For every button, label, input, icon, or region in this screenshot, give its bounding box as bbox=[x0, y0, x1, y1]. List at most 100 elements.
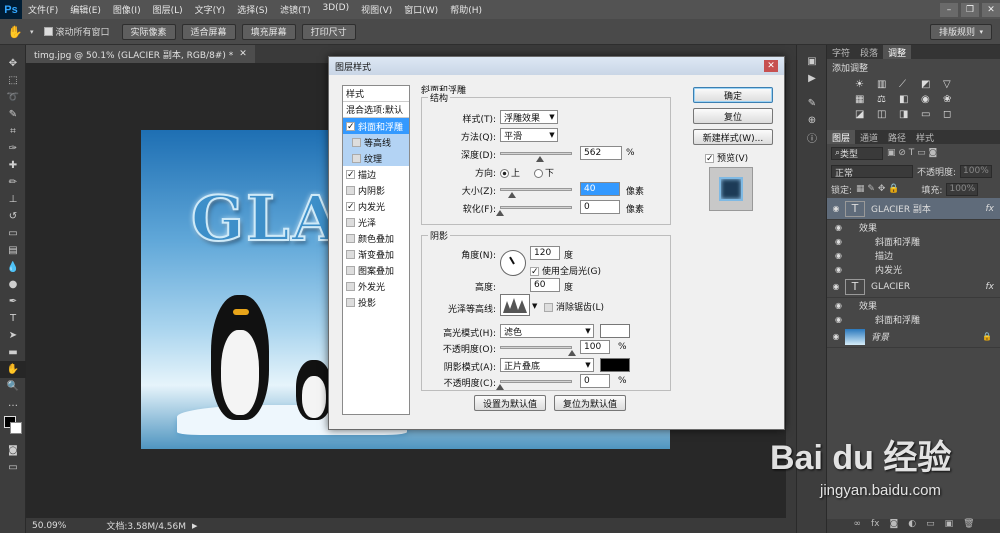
quick-select-tool-icon[interactable]: ✎ bbox=[0, 106, 26, 123]
opacity-field[interactable]: 100% bbox=[960, 164, 993, 178]
checkbox-icon[interactable] bbox=[346, 233, 355, 243]
mask-icon[interactable]: ◙ bbox=[889, 519, 898, 533]
chevron-down-icon[interactable]: ▼ bbox=[532, 302, 537, 310]
color-balance-icon[interactable]: ⚖ bbox=[877, 94, 895, 105]
shadow-opacity-field[interactable]: 0 bbox=[580, 374, 610, 388]
style-item[interactable]: 光泽 bbox=[343, 214, 409, 230]
view-button[interactable]: 打印尺寸 bbox=[301, 23, 356, 40]
posterize-icon[interactable]: ◫ bbox=[877, 109, 895, 120]
layer-row[interactable]: ◉ 背景 🔒 bbox=[827, 326, 1000, 348]
shadow-mode-select[interactable]: 正片叠底 ▼ bbox=[500, 358, 594, 372]
style-item[interactable]: 斜面和浮雕 bbox=[343, 118, 409, 134]
fill-field[interactable]: 100% bbox=[946, 182, 979, 196]
panel-tab[interactable]: 路径 bbox=[883, 130, 911, 144]
checkbox-icon[interactable] bbox=[346, 121, 355, 131]
effect-row[interactable]: ◉ 效果 bbox=[827, 220, 1000, 234]
history-brush-tool-icon[interactable]: ↺ bbox=[0, 208, 26, 225]
pen-tool-icon[interactable]: ✒ bbox=[0, 293, 26, 310]
scroll-all-windows-checkbox[interactable]: 滚动所有窗口 bbox=[43, 25, 110, 38]
photo-filter-icon[interactable]: ◉ bbox=[921, 94, 939, 105]
gradient-tool-icon[interactable]: ▤ bbox=[0, 242, 26, 259]
highlight-color-swatch[interactable] bbox=[600, 324, 630, 338]
menu-item[interactable]: 图层(L) bbox=[147, 3, 189, 16]
tool-preset-chevron-icon[interactable]: ▾ bbox=[30, 28, 34, 36]
checkbox-icon[interactable] bbox=[346, 297, 355, 307]
hue-icon[interactable]: ▦ bbox=[855, 94, 873, 105]
screen-mode-icon[interactable]: ▭ bbox=[0, 459, 26, 476]
panel-tab[interactable]: 样式 bbox=[911, 130, 939, 144]
eraser-tool-icon[interactable]: ▭ bbox=[0, 225, 26, 242]
workspace-select[interactable]: 排版规则 ▾ bbox=[930, 23, 992, 40]
background-color[interactable] bbox=[10, 422, 22, 434]
slider-thumb[interactable] bbox=[568, 350, 576, 356]
brightness-icon[interactable]: ☀ bbox=[855, 79, 873, 90]
close-tab-icon[interactable]: ✕ bbox=[239, 49, 247, 59]
gloss-contour-picker[interactable] bbox=[500, 294, 530, 316]
blur-tool-icon[interactable]: 💧 bbox=[0, 259, 26, 276]
style-item[interactable]: 等高线 bbox=[343, 134, 409, 150]
checkbox-icon[interactable] bbox=[346, 217, 355, 227]
preview-checkbox[interactable]: 预览(V) bbox=[705, 151, 748, 164]
fx-icon[interactable]: fx bbox=[986, 282, 995, 292]
layer-kind-select[interactable]: ⌕ 类型 bbox=[831, 146, 883, 160]
document-tab[interactable]: timg.jpg @ 50.1% (GLACIER 副本, RGB/8#) * … bbox=[26, 45, 255, 63]
antialias-checkbox[interactable]: 消除锯齿(L) bbox=[544, 300, 604, 313]
style-item[interactable]: 内发光 bbox=[343, 198, 409, 214]
ok-button[interactable]: 确定 bbox=[693, 87, 773, 103]
path-select-tool-icon[interactable]: ➤ bbox=[0, 327, 26, 344]
levels-icon[interactable]: ▥ bbox=[877, 79, 895, 90]
checkbox-icon[interactable] bbox=[346, 281, 355, 291]
view-button[interactable]: 填充屏幕 bbox=[241, 23, 296, 40]
filter-icons[interactable]: ▣ ⊘ T ▭ ◙ bbox=[887, 148, 937, 158]
fx-icon[interactable]: fx bbox=[986, 204, 995, 214]
link-icon[interactable]: ∞ bbox=[853, 519, 861, 533]
checkbox-icon[interactable] bbox=[346, 249, 355, 259]
color-swatches[interactable] bbox=[0, 412, 25, 442]
direction-up-radio[interactable]: 上 bbox=[500, 166, 520, 179]
history-panel-icon[interactable]: ▣ bbox=[797, 53, 827, 70]
info-panel-icon[interactable]: ⓘ bbox=[797, 129, 827, 146]
style-item[interactable]: 内阴影 bbox=[343, 182, 409, 198]
angle-dial[interactable] bbox=[500, 250, 526, 276]
effect-row[interactable]: ◉ 内发光 bbox=[827, 262, 1000, 276]
panel-tab[interactable]: 调整 bbox=[883, 45, 912, 59]
vibrance-icon[interactable]: ▽ bbox=[943, 79, 961, 90]
styles-header[interactable]: 样式 bbox=[343, 86, 409, 102]
channel-mixer-icon[interactable]: ❀ bbox=[943, 94, 961, 105]
dodge-tool-icon[interactable]: ● bbox=[0, 276, 26, 293]
highlight-opacity-field[interactable]: 100 bbox=[580, 340, 610, 354]
healing-tool-icon[interactable]: ✚ bbox=[0, 157, 26, 174]
visibility-eye-icon[interactable]: ◉ bbox=[835, 265, 842, 274]
fx-icon[interactable]: fx bbox=[871, 519, 880, 533]
hand-tool-icon[interactable]: ✋ bbox=[0, 25, 30, 39]
slider-thumb[interactable] bbox=[507, 192, 516, 198]
type-tool-icon[interactable]: T bbox=[0, 310, 26, 327]
shadow-color-swatch[interactable] bbox=[600, 358, 630, 372]
soften-slider[interactable] bbox=[500, 206, 572, 209]
view-button[interactable]: 实际像素 bbox=[121, 23, 176, 40]
depth-slider[interactable] bbox=[500, 152, 572, 155]
shadow-opacity-slider[interactable] bbox=[500, 380, 572, 383]
effect-row[interactable]: ◉ 斜面和浮雕 bbox=[827, 312, 1000, 326]
effect-row[interactable]: ◉ 效果 bbox=[827, 298, 1000, 312]
style-item[interactable]: 图案叠加 bbox=[343, 262, 409, 278]
visibility-eye-icon[interactable]: ◉ bbox=[835, 223, 842, 232]
style-item[interactable]: 外发光 bbox=[343, 278, 409, 294]
clone-source-icon[interactable]: ⊕ bbox=[797, 112, 827, 129]
effect-row[interactable]: ◉ 描边 bbox=[827, 248, 1000, 262]
exposure-icon[interactable]: ◩ bbox=[921, 79, 939, 90]
stamp-tool-icon[interactable]: ⊥ bbox=[0, 191, 26, 208]
layer-row[interactable]: ◉ T GLACIER 副本 fx bbox=[827, 198, 1000, 220]
shape-tool-icon[interactable]: ▬ bbox=[0, 344, 26, 361]
depth-field[interactable]: 562 bbox=[580, 146, 622, 160]
menu-item[interactable]: 帮助(H) bbox=[444, 3, 488, 16]
visibility-eye-icon[interactable]: ◉ bbox=[835, 301, 842, 310]
chevron-right-icon[interactable]: ▶ bbox=[192, 522, 197, 530]
soften-field[interactable]: 0 bbox=[580, 200, 620, 214]
size-slider[interactable] bbox=[500, 188, 572, 191]
menu-item[interactable]: 文件(F) bbox=[22, 3, 64, 16]
curves-icon[interactable]: ⟋ bbox=[899, 79, 917, 90]
direction-down-radio[interactable]: 下 bbox=[534, 166, 554, 179]
visibility-eye-icon[interactable]: ◉ bbox=[827, 282, 845, 291]
more-tools-icon[interactable]: … bbox=[0, 395, 26, 412]
